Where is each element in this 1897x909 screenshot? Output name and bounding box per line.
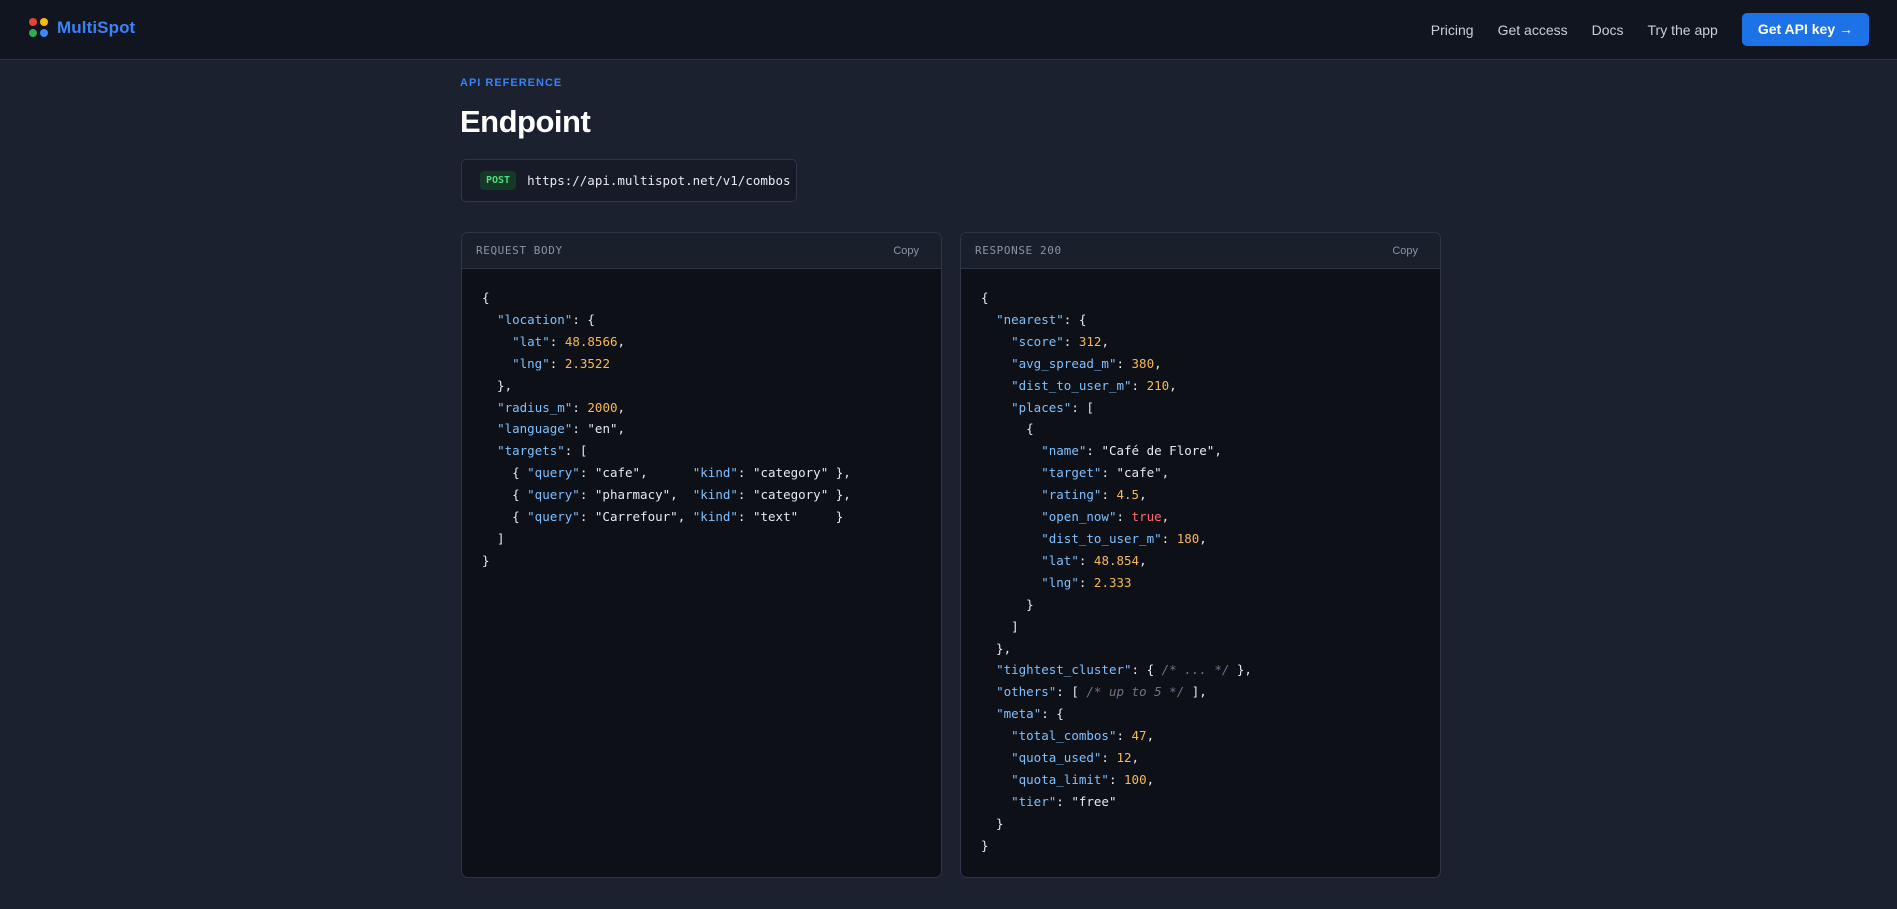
code-line: "nearest": { (996, 311, 1087, 327)
top-navigation-bar: MultiSpot Pricing Get access Docs Try th… (0, 0, 1897, 60)
code-line: "score": 312, (1011, 333, 1109, 349)
nav-link-pricing[interactable]: Pricing (1431, 15, 1474, 45)
code-line: "lat": 48.854, (1041, 552, 1147, 568)
multispot-logo-icon (29, 18, 49, 38)
main-nav: Pricing Get access Docs Try the app Get … (1431, 13, 1869, 46)
code-line: "tightest_cluster": { /* ... */ }, (996, 662, 1252, 678)
code-line: "tier": "free" (1011, 793, 1117, 809)
response-panel: RESPONSE 200 Copy { "nearest": { "score"… (960, 232, 1441, 878)
endpoint-url: https://api.multispot.net/v1/combos (527, 173, 791, 188)
code-line: "language": "en", (497, 421, 626, 437)
code-line: { (981, 290, 989, 305)
code-line: "location": { (497, 311, 595, 327)
request-panel-header: REQUEST BODY Copy (462, 233, 941, 269)
code-line: } (981, 837, 989, 853)
nav-link-docs[interactable]: Docs (1592, 15, 1624, 45)
nav-link-try-the-app[interactable]: Try the app (1648, 15, 1718, 45)
brand[interactable]: MultiSpot (29, 18, 135, 38)
request-panel-title: REQUEST BODY (476, 244, 563, 257)
code-line: { "query": "pharmacy", "kind": "category… (482, 487, 851, 503)
code-line: "total_combos": 47, (1011, 728, 1155, 744)
page-title: Endpoint (460, 104, 591, 139)
code-line: "targets": [ (497, 443, 588, 459)
copy-response-button[interactable]: Copy (1392, 245, 1426, 257)
code-line: "avg_spread_m": 380, (1011, 355, 1162, 371)
code-line: { "query": "Carrefour", "kind": "text" } (482, 509, 844, 525)
http-method-badge: POST (480, 171, 517, 190)
code-line: "dist_to_user_m": 180, (1041, 530, 1207, 546)
code-line: }, (981, 640, 1012, 656)
section-eyebrow: API REFERENCE (460, 77, 563, 89)
code-line: { (482, 290, 490, 305)
code-line: } (981, 815, 1004, 831)
code-line: "radius_m": 2000, (497, 399, 626, 415)
code-line: } (482, 552, 490, 568)
code-line: { "query": "cafe", "kind": "category" }, (482, 465, 851, 481)
code-line: "places": [ (1011, 399, 1094, 415)
copy-request-button[interactable]: Copy (893, 245, 927, 257)
code-line: ] (482, 530, 505, 546)
response-panel-title: RESPONSE 200 (975, 244, 1062, 257)
code-line: "dist_to_user_m": 210, (1011, 377, 1177, 393)
brand-name: MultiSpot (57, 18, 136, 37)
response-code-block: { "nearest": { "score": 312, "avg_spread… (961, 269, 1440, 875)
response-panel-header: RESPONSE 200 Copy (961, 233, 1440, 269)
nav-link-get-access[interactable]: Get access (1498, 15, 1568, 45)
code-line: "target": "cafe", (1041, 465, 1170, 481)
get-api-key-button[interactable]: Get API key → (1741, 13, 1869, 46)
code-line: "lng": 2.333 (1041, 574, 1132, 590)
code-line: "meta": { (996, 706, 1064, 722)
code-line: "open_now": true, (1041, 509, 1170, 525)
code-line: "rating": 4.5, (1041, 487, 1147, 503)
code-line: "others": [ /* up to 5 */ ], (996, 684, 1207, 700)
code-line: "name": "Café de Flore", (1041, 443, 1222, 459)
code-line: "quota_limit": 100, (1011, 771, 1155, 787)
code-line: { (981, 421, 1034, 437)
code-line: "lat": 48.8566, (512, 333, 626, 349)
request-code-block: { "location": { "lat": 48.8566, "lng": 2… (462, 269, 941, 590)
request-body-panel: REQUEST BODY Copy { "location": { "lat":… (461, 232, 942, 878)
code-line: ] (981, 618, 1019, 634)
code-line: }, (482, 377, 513, 393)
code-line: } (981, 596, 1034, 612)
code-line: "lng": 2.3522 (512, 355, 610, 371)
endpoint-box: POST https://api.multispot.net/v1/combos (461, 159, 797, 202)
code-line: "quota_used": 12, (1011, 750, 1140, 766)
